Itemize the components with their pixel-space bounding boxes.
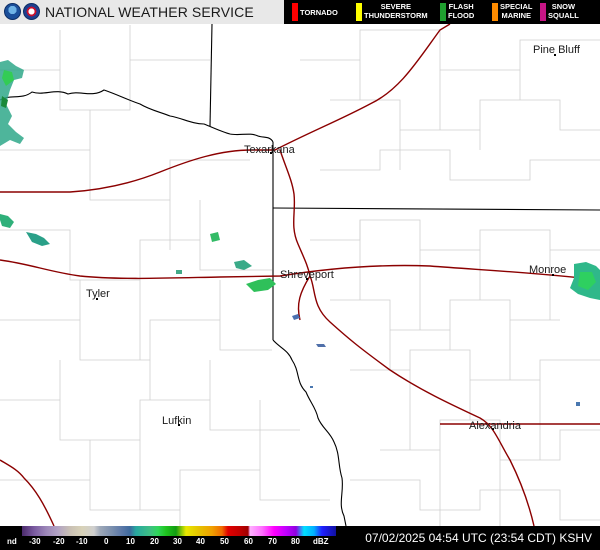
radar-map-frame: NATIONAL WEATHER SERVICE TORNADO SEVERE T…: [0, 0, 600, 550]
legend-swatch: [492, 3, 498, 21]
legend-flash-flood: FLASH FLOOD: [440, 0, 480, 24]
scale-tick: 40: [196, 537, 205, 546]
scale-tick: -10: [76, 537, 88, 546]
scale-tick: -20: [53, 537, 65, 546]
city-label-pine-bluff: Pine Bluff: [533, 44, 580, 56]
legend-label: SNOW SQUALL: [548, 2, 579, 20]
legend-label: FLASH FLOOD: [448, 2, 475, 20]
scale-tick: 80: [291, 537, 300, 546]
scale-tick: 30: [173, 537, 182, 546]
legend-tornado: TORNADO: [292, 0, 354, 24]
agency-title: NATIONAL WEATHER SERVICE: [45, 4, 254, 20]
warning-legend: TORNADO SEVERE THUNDERSTORM FLASH FLOOD SP…: [284, 0, 600, 24]
legend-label: SEVERE THUNDERSTORM: [364, 2, 428, 20]
legend-swatch: [540, 3, 546, 21]
scale-tick: 20: [150, 537, 159, 546]
agency-brand: NATIONAL WEATHER SERVICE: [0, 0, 284, 24]
radar-timestamp: 07/02/2025 04:54 UTC (23:54 CDT) KSHV: [365, 531, 592, 545]
scale-tick: dBZ: [313, 537, 329, 546]
scale-tick: 50: [220, 537, 229, 546]
city-label-alexandria: Alexandria: [469, 420, 521, 432]
city-label-tyler: Tyler: [86, 288, 110, 300]
reflectivity-color-bar: [0, 526, 336, 536]
scale-tick: 70: [268, 537, 277, 546]
scale-tick: 10: [126, 537, 135, 546]
legend-severe-thunderstorm: SEVERE THUNDERSTORM: [356, 0, 448, 24]
scale-tick: -30: [29, 537, 41, 546]
legend-swatch: [440, 3, 446, 21]
scale-tick: 0: [104, 537, 109, 546]
legend-snow-squall: SNOW SQUALL: [540, 0, 598, 24]
city-label-monroe: Monroe: [529, 264, 567, 276]
noaa-logo-icon: [4, 3, 21, 20]
legend-swatch: [356, 3, 362, 21]
map-footer: nd -30 -20 -10 0 10 20 30 40 50 60 70 80…: [0, 526, 600, 550]
city-label-lufkin: Lufkin: [162, 415, 192, 427]
legend-label: TORNADO: [300, 8, 338, 17]
scale-tick: nd: [7, 537, 17, 546]
map-header: NATIONAL WEATHER SERVICE TORNADO SEVERE T…: [0, 0, 600, 24]
legend-special-marine: SPECIAL MARINE: [492, 0, 542, 24]
city-label-texarkana: Texarkana: [244, 144, 295, 156]
reflectivity-scale: nd -30 -20 -10 0 10 20 30 40 50 60 70 80…: [0, 526, 336, 550]
nws-logo-icon: [23, 3, 40, 20]
scale-tick: 60: [244, 537, 253, 546]
city-label-shreveport: Shreveport: [280, 269, 334, 281]
legend-label: SPECIAL MARINE: [500, 2, 533, 20]
legend-swatch: [292, 3, 298, 21]
